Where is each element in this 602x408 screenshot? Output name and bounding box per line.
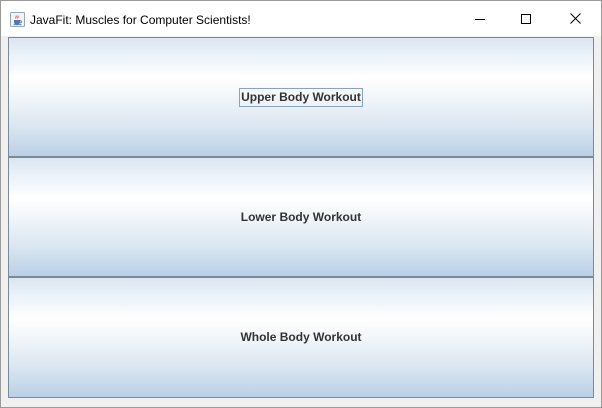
lower-body-workout-label: Lower Body Workout [240,209,362,224]
whole-body-workout-button[interactable]: Whole Body Workout [8,277,594,398]
title-bar[interactable]: JavaFit: Muscles for Computer Scientists… [1,1,601,36]
content-pane: Upper Body Workout Lower Body Workout Wh… [8,37,594,398]
lower-body-workout-button[interactable]: Lower Body Workout [8,157,594,277]
whole-body-workout-label: Whole Body Workout [240,330,362,344]
upper-body-workout-button[interactable]: Upper Body Workout [8,37,594,157]
minimize-icon [475,18,485,20]
maximize-button[interactable] [503,1,549,36]
window-title: JavaFit: Muscles for Computer Scientists… [30,13,251,27]
maximize-icon [521,13,531,24]
app-window: JavaFit: Muscles for Computer Scientists… [0,0,602,408]
close-icon [569,13,581,24]
minimize-button[interactable] [457,1,503,36]
java-cup-icon [10,12,25,27]
upper-body-workout-label: Upper Body Workout [239,87,363,107]
close-button[interactable] [549,1,601,36]
